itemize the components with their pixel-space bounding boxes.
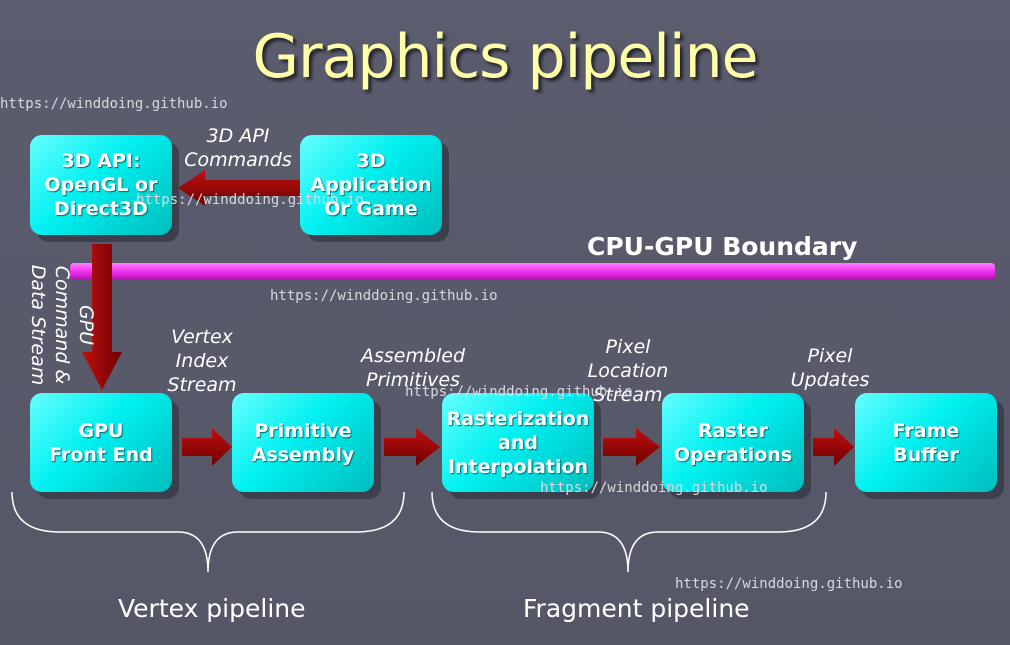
arrow-front-end-to-primitive [182, 428, 232, 466]
fragment-pipeline-brace [431, 491, 827, 573]
arrow-raster-to-rops [603, 428, 660, 466]
watermark: https://winddoing.github.io [675, 576, 903, 592]
watermark: https://winddoing.github.io [540, 480, 768, 496]
arrow-rops-to-frame-buffer [813, 428, 854, 466]
fragment-pipeline-label: Fragment pipeline [523, 594, 750, 623]
box-3d-api: 3D API: OpenGL or Direct3D [30, 135, 172, 235]
watermark: https://winddoing.github.io [0, 96, 228, 112]
label-gpu-command-stream: GPU Command & Data Stream [27, 264, 97, 386]
box-primitive-assembly: Primitive Assembly [232, 393, 374, 492]
box-raster-operations: Raster Operations [662, 393, 804, 492]
watermark: https://winddoing.github.io [270, 288, 498, 304]
box-frame-buffer: Frame Buffer [855, 393, 997, 492]
label-3d-api-commands: 3D API Commands [184, 125, 292, 171]
box-3d-application: 3D Application Or Game [300, 135, 442, 235]
vertex-pipeline-label: Vertex pipeline [118, 594, 306, 623]
watermark: https://winddoing.github.io [136, 192, 364, 208]
arrow-primitive-to-raster [384, 428, 440, 466]
label-vertex-index-stream: Vertex Index Stream [167, 326, 237, 396]
label-pixel-updates: Pixel Updates [790, 345, 870, 391]
vertex-pipeline-brace [11, 491, 405, 573]
watermark: https://winddoing.github.io [405, 384, 633, 400]
box-gpu-front-end: GPU Front End [30, 393, 172, 492]
box-rasterization: Rasterization and Interpolation [442, 393, 594, 492]
